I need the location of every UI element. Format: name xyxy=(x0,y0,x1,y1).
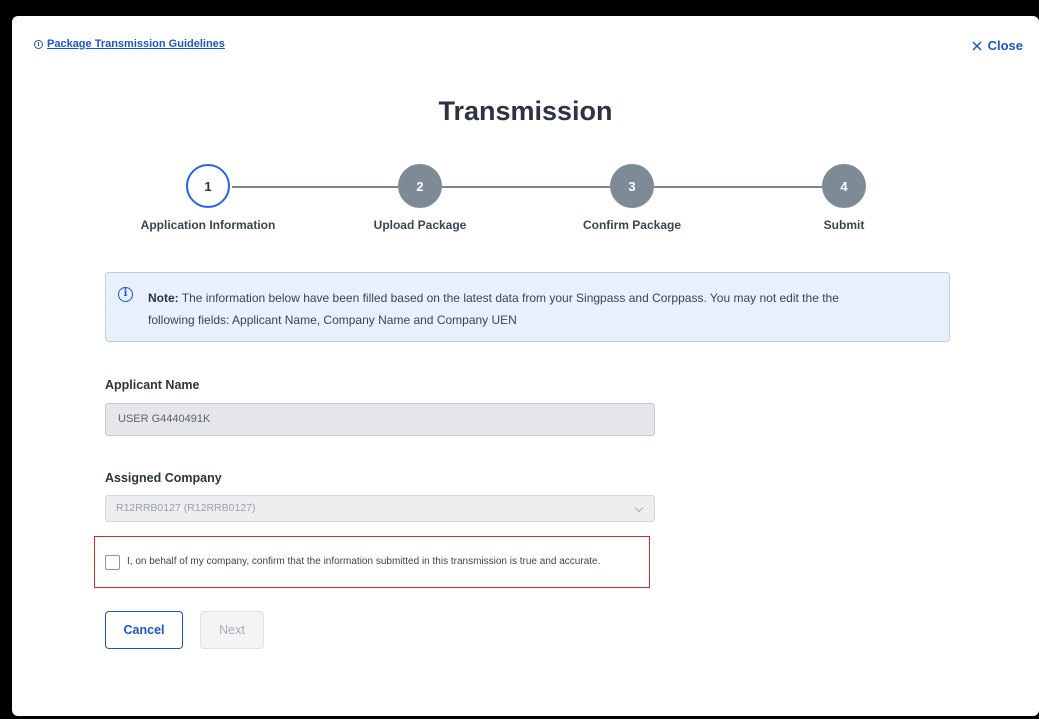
info-note: i Note: The information below have been … xyxy=(105,272,950,342)
step-1-circle: 1 xyxy=(186,164,230,208)
confirmation-highlight: I, on behalf of my company, confirm that… xyxy=(94,536,650,588)
cancel-button[interactable]: Cancel xyxy=(105,611,183,649)
note-text: Note: The information below have been fi… xyxy=(148,287,938,331)
close-icon xyxy=(972,40,982,51)
confirm-checkbox[interactable] xyxy=(105,555,120,570)
step-4-label: Submit xyxy=(823,218,865,232)
guidelines-link[interactable]: Package Transmission Guidelines xyxy=(34,38,225,50)
close-label: Close xyxy=(987,38,1023,53)
close-button[interactable]: Close xyxy=(972,38,1023,53)
note-line-1: The information below have been filled b… xyxy=(181,291,839,305)
assigned-company-label: Assigned Company xyxy=(105,471,222,485)
applicant-name-label: Applicant Name xyxy=(105,378,200,392)
step-2-label: Upload Package xyxy=(373,218,467,232)
step-3-label: Confirm Package xyxy=(582,218,682,232)
page-title: Transmission xyxy=(438,96,613,126)
step-3-circle: 3 xyxy=(610,164,654,208)
step-4-circle: 4 xyxy=(822,164,866,208)
note-prefix: Note: xyxy=(148,291,179,305)
applicant-name-field: USER G4440491K xyxy=(105,403,655,436)
note-line-2: following fields: Applicant Name, Compan… xyxy=(148,313,517,327)
info-icon xyxy=(34,39,43,49)
step-connector xyxy=(442,186,610,188)
info-icon: i xyxy=(118,287,133,302)
assigned-company-select: R12RRB0127 (R12RRB0127) xyxy=(105,495,655,522)
step-1-label: Application Information xyxy=(140,218,276,232)
step-connector xyxy=(654,186,822,188)
next-button[interactable]: Next xyxy=(200,611,264,649)
assigned-company-value: R12RRB0127 (R12RRB0127) xyxy=(116,502,256,514)
step-2-circle: 2 xyxy=(398,164,442,208)
guidelines-link-label: Package Transmission Guidelines xyxy=(47,38,225,50)
confirm-text: I, on behalf of my company, confirm that… xyxy=(127,556,601,567)
transmission-modal: Package Transmission Guidelines Close Tr… xyxy=(12,16,1039,716)
step-connector xyxy=(232,186,398,188)
chevron-down-icon xyxy=(634,503,644,513)
